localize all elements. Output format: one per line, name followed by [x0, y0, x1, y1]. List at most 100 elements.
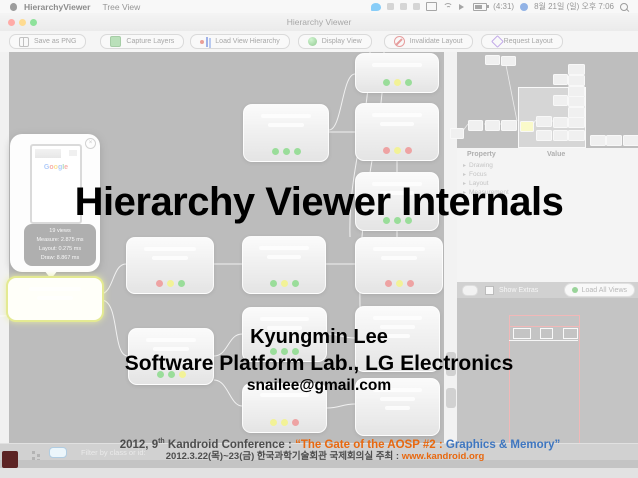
node-text-line — [385, 406, 410, 410]
minimap-node[interactable] — [485, 120, 500, 131]
node-text-line — [259, 246, 309, 250]
minimap-node[interactable] — [606, 135, 622, 146]
minimap-node[interactable] — [536, 130, 552, 141]
button-label: Load All Views — [581, 286, 627, 294]
performance-dots — [127, 280, 213, 287]
value-column-header: Value — [547, 151, 566, 158]
screen-bottom-strip — [0, 468, 638, 478]
slide-author: Kyungmin Lee — [250, 326, 388, 348]
phone-status-bar — [35, 149, 61, 158]
performance-dots — [243, 280, 325, 287]
slide-footer-venue: 2012.3.22(목)~23(금) 한국과학기술회관 국제회의실 주최 : w… — [165, 451, 485, 462]
minimap-node[interactable] — [590, 135, 606, 146]
minimap-node[interactable] — [553, 95, 568, 106]
load-all-views-button[interactable]: Load All Views — [563, 283, 635, 297]
property-column-header: Property — [467, 151, 496, 158]
minimap-node[interactable] — [568, 75, 585, 86]
phone-widget — [69, 150, 77, 156]
perf-dot — [155, 280, 163, 287]
hierarchyviewer-background: HierarchyViewer Tree View (4:31) 8월 21일 … — [0, 0, 638, 478]
minimap-node[interactable] — [568, 64, 585, 75]
show-extras-checkbox[interactable] — [485, 285, 494, 295]
minimap-node[interactable] — [568, 130, 585, 141]
minimap-node[interactable] — [501, 120, 517, 131]
minimap-node[interactable] — [553, 117, 568, 128]
performance-tooltip: 19 views Measure: 2.875 ms Layout: 0.275… — [24, 224, 96, 266]
perf-dot — [270, 419, 277, 426]
minimap-node[interactable] — [623, 135, 638, 146]
minimap-node[interactable] — [501, 56, 516, 66]
performance-dots — [356, 280, 442, 287]
perf-dot — [269, 280, 277, 287]
tree-node[interactable] — [242, 236, 326, 294]
performance-dots — [243, 419, 326, 426]
node-text-line — [372, 63, 422, 67]
perf-dot — [382, 79, 390, 86]
perf-dot — [406, 280, 414, 287]
perf-dot — [393, 147, 401, 154]
minimap-node[interactable] — [536, 116, 552, 127]
performance-dots — [356, 79, 438, 86]
minimap-node[interactable] — [468, 120, 483, 131]
selected-tree-node[interactable] — [6, 276, 104, 322]
tree-node[interactable] — [126, 237, 214, 294]
performance-dots — [356, 147, 438, 154]
node-text-line — [144, 247, 196, 251]
node-text-line — [151, 256, 189, 260]
node-text-line — [266, 255, 302, 259]
perf-dot — [395, 280, 403, 287]
slide-email: snailee@gmail.com — [246, 377, 392, 394]
stat-layout: Layout: 0.275 ms — [38, 246, 82, 252]
google-logo-letter: e — [64, 164, 69, 171]
perf-dot — [404, 79, 412, 86]
stat-measure: Measure: 2.875 ms — [36, 237, 84, 243]
minimap-node[interactable] — [553, 130, 568, 141]
perf-dot — [291, 280, 299, 287]
perf-dot — [384, 280, 392, 287]
perf-dot — [166, 280, 174, 287]
node-text-line — [379, 122, 415, 126]
perf-dot — [177, 280, 185, 287]
perf-dot — [271, 148, 279, 155]
close-icon[interactable]: × — [85, 138, 96, 149]
slide-affiliation: Software Platform Lab., LG Electronics — [124, 352, 514, 375]
perf-dot — [280, 280, 288, 287]
node-text-line — [260, 114, 312, 118]
minimap-node[interactable] — [568, 117, 585, 128]
tree-node[interactable] — [355, 103, 439, 161]
footer-kandroid-link: www.kandroid.org — [401, 451, 485, 462]
tree-node[interactable] — [355, 53, 439, 93]
perf-dot — [281, 419, 288, 426]
perf-dot — [404, 147, 412, 154]
perf-dot — [282, 148, 290, 155]
footer-highlight-orange: “The Gate of the AOSP #2 : — [295, 438, 446, 451]
extras-row: Show Extras Load All Views — [457, 282, 638, 298]
tree-node[interactable] — [355, 237, 443, 294]
minimap-node[interactable] — [450, 128, 464, 139]
tree-overview-minimap[interactable] — [450, 52, 638, 149]
google-logo: Google — [32, 164, 80, 171]
performance-dots — [244, 148, 328, 155]
minimap-node[interactable] — [485, 55, 500, 65]
minimap-node[interactable] — [568, 96, 585, 107]
slide-title: Hierarchy Viewer Internals — [74, 180, 564, 224]
tree-node[interactable] — [243, 104, 329, 162]
perf-dot — [393, 79, 401, 86]
zoom-slider[interactable] — [462, 284, 478, 296]
node-text-line — [372, 113, 422, 117]
stat-draw: Draw: 8.867 ms — [40, 255, 80, 261]
footer-highlight-blue: Graphics & Memory” — [445, 438, 561, 451]
property-group[interactable]: ▸ Drawing — [463, 162, 493, 169]
minimap-node[interactable] — [553, 74, 568, 85]
node-text-line — [259, 317, 310, 321]
load-all-views-icon — [571, 287, 578, 293]
node-text-line — [380, 397, 415, 401]
node-text-line — [372, 316, 423, 320]
minimap-selected-node[interactable] — [520, 121, 534, 132]
slide-footer-conference: 2012, 9th Kandroid Conference : “The Gat… — [119, 438, 561, 451]
perf-dot — [293, 148, 301, 155]
stat-views: 19 views — [49, 228, 71, 234]
perf-dot — [292, 419, 299, 426]
screen: HierarchyViewer Tree View (4:31) 8월 21일 … — [0, 0, 638, 478]
node-text-line — [380, 256, 418, 260]
